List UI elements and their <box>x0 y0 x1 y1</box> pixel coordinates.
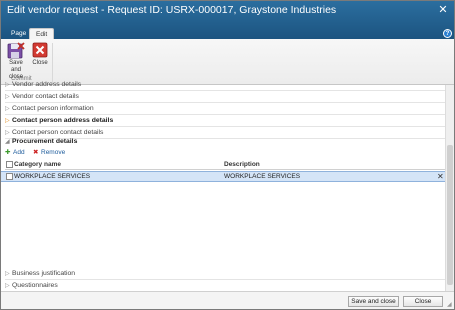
ribbon-group-separator <box>52 43 53 83</box>
plus-icon: ✚ <box>5 149 11 156</box>
section-contact-person-info[interactable]: ▷ Contact person information <box>5 103 445 115</box>
column-description[interactable]: Description <box>224 160 260 170</box>
section-vendor-contact[interactable]: ▷ Vendor contact details <box>5 91 445 103</box>
resize-grip-icon[interactable]: ◢ <box>447 302 453 308</box>
form-content: ▷ Vendor address details ▷ Vendor contact … <box>1 81 454 292</box>
section-vendor-address[interactable]: ▷ Vendor address details <box>5 79 445 91</box>
dialog-title: Edit vendor request - Request ID: USRX-0… <box>7 4 337 16</box>
row-checkbox[interactable] <box>6 173 13 180</box>
dialog-footer: Save and close Close ◢ <box>1 291 454 309</box>
add-button[interactable]: ✚ Add <box>5 148 25 158</box>
close-ribbon-button[interactable]: Close <box>30 42 50 67</box>
row-description: WORKPLACE SERVICES <box>224 173 301 180</box>
table-row[interactable]: WORKPLACE SERVICES WORKPLACE SERVICES ✕ <box>1 171 445 182</box>
remove-x-icon: ✖ <box>33 149 39 156</box>
section-procurement[interactable]: ◢ Procurement details <box>5 136 445 148</box>
close-icon[interactable]: ✕ <box>437 4 449 16</box>
expand-arrow-icon: ▷ <box>5 106 10 112</box>
help-icon[interactable]: ? <box>443 29 452 38</box>
scrollbar-thumb[interactable] <box>447 145 453 285</box>
section-contact-person-address[interactable]: ▷ Contact person address details <box>5 115 445 127</box>
expand-arrow-icon: ▷ <box>5 94 10 100</box>
column-category-name[interactable]: Category name <box>14 160 61 170</box>
row-category: WORKPLACE SERVICES <box>14 173 91 180</box>
expand-arrow-icon: ▷ <box>5 82 10 88</box>
dialog-window: Edit vendor request - Request ID: USRX-0… <box>0 0 455 310</box>
expand-arrow-icon: ▷ <box>5 118 10 124</box>
collapse-arrow-icon: ◢ <box>5 139 10 145</box>
save-and-close-button[interactable]: Save and close <box>348 296 399 307</box>
select-all-checkbox[interactable] <box>6 161 13 168</box>
grid-header: Category name Description <box>5 160 445 170</box>
save-icon <box>7 42 25 59</box>
remove-button[interactable]: ✖ Remove <box>33 148 65 158</box>
save-and-close-line1: Save and <box>9 60 23 73</box>
close-button[interactable]: Close <box>403 296 443 307</box>
delete-row-icon[interactable]: ✕ <box>437 172 444 182</box>
close-red-icon <box>32 42 48 58</box>
section-business-justification[interactable]: ▷ Business justification <box>5 268 445 280</box>
close-ribbon-label: Close <box>32 60 48 66</box>
vertical-scrollbar[interactable] <box>445 85 454 291</box>
expand-arrow-icon: ▷ <box>5 271 10 277</box>
